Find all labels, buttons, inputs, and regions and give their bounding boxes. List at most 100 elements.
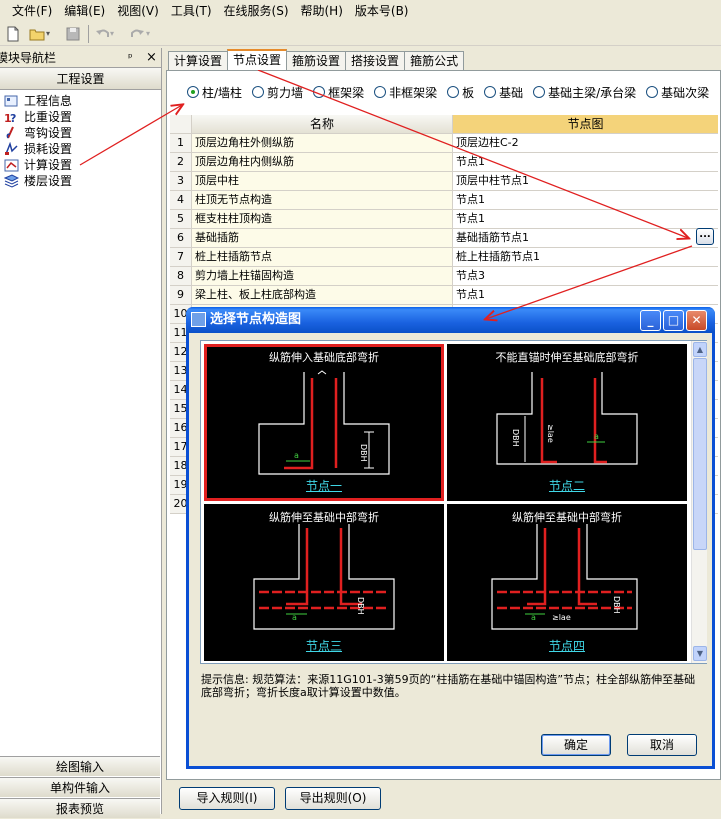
menu-edit[interactable]: 编辑(E) (58, 0, 111, 22)
row-node-cell[interactable]: 节点1 (453, 191, 718, 209)
menu-file[interactable]: 文件(F) (6, 0, 58, 22)
row-name-cell[interactable]: 顶层边角柱外侧纵筋 (192, 134, 453, 152)
node-thumb-3[interactable]: 纵筋伸至基础中部弯折 DBH a 节点三 (204, 504, 444, 661)
tab-node-settings[interactable]: 节点设置 (227, 49, 288, 70)
pin-icon[interactable]: ᵖ (128, 48, 133, 68)
radio-non-frame-beam[interactable]: 非框架梁 (374, 84, 437, 101)
menu-bar: 文件(F) 编辑(E) 视图(V) 工具(T) 在线服务(S) 帮助(H) 版本… (0, 0, 721, 22)
export-rules-button[interactable]: 导出规则(O) (285, 787, 381, 810)
new-file-icon[interactable] (4, 25, 22, 43)
row-node-cell[interactable]: 节点3 (453, 267, 718, 285)
table-row[interactable]: 7 桩上柱插筋节点 桩上柱插筋节点1 (170, 248, 718, 267)
row-name-cell[interactable]: 基础插筋 (192, 229, 453, 247)
node-thumb-caption[interactable]: 节点二 (447, 477, 687, 494)
row-name-cell[interactable]: 桩上柱插筋节点 (192, 248, 453, 266)
nav-item-floor-settings[interactable]: 楼层设置 (0, 173, 161, 189)
nav-button-drawing-input[interactable]: 绘图输入 (0, 756, 160, 776)
nav-item-weight-settings[interactable]: 1? 比重设置 (0, 109, 161, 125)
nav-button-single-component-input[interactable]: 单构件输入 (0, 777, 160, 797)
row-node-cell[interactable]: 顶层边柱C-2 (453, 134, 718, 152)
radio-frame-beam[interactable]: 框架梁 (313, 84, 364, 101)
nav-item-calc-settings[interactable]: 计算设置 (0, 157, 161, 173)
tab-lap-settings[interactable]: 搭接设置 (345, 51, 406, 70)
row-name-cell[interactable]: 柱顶无节点构造 (192, 191, 453, 209)
radio-button[interactable] (374, 86, 387, 98)
table-row[interactable]: 4 柱顶无节点构造 节点1 (170, 191, 718, 210)
table-row[interactable]: 6 基础插筋 基础插筋节点1 (170, 229, 718, 248)
nav-item-project-info[interactable]: 工程信息 (0, 93, 161, 109)
scroll-thumb[interactable] (693, 358, 707, 550)
radio-button[interactable] (313, 86, 326, 98)
save-icon[interactable] (64, 25, 82, 43)
minimize-icon[interactable]: _ (640, 310, 661, 331)
menu-view[interactable]: 视图(V) (111, 0, 165, 22)
redo-icon[interactable] (128, 25, 146, 43)
tab-stirrup-formula[interactable]: 箍筋公式 (404, 51, 465, 70)
tab-calc-settings[interactable]: 计算设置 (168, 51, 229, 70)
row-node-cell[interactable]: 基础插筋节点1 (453, 229, 718, 247)
radio-foundation-secondary-beam[interactable]: 基础次梁 (646, 84, 709, 101)
row-node-cell[interactable]: 桩上柱插筋节点1 (453, 248, 718, 266)
node-thumb-caption[interactable]: 节点一 (204, 477, 444, 494)
row-node-cell[interactable]: 顶层中柱节点1 (453, 172, 718, 190)
ok-button[interactable]: 确定 (541, 734, 611, 756)
import-rules-button[interactable]: 导入规则(I) (179, 787, 275, 810)
table-row[interactable]: 9 梁上柱、板上柱底部构造 节点1 (170, 286, 718, 305)
radio-button[interactable] (447, 86, 460, 98)
row-node-cell[interactable]: 节点1 (453, 286, 718, 304)
nav-item-loss-settings[interactable]: 损耗设置 (0, 141, 161, 157)
table-row[interactable]: 3 顶层中柱 顶层中柱节点1 (170, 172, 718, 191)
radio-button[interactable] (533, 86, 546, 98)
dialog-app-icon (191, 312, 206, 327)
radio-foundation[interactable]: 基础 (484, 84, 523, 101)
maximize-icon[interactable]: □ (663, 310, 684, 331)
scroll-down-icon[interactable]: ▼ (693, 646, 707, 661)
radio-column[interactable]: 柱/墙柱 (187, 84, 242, 101)
redo-dropdown-icon[interactable]: ▾ (146, 25, 164, 43)
node-thumb-1[interactable]: 纵筋伸入基础底部弯折 DBH a 节点一 (204, 344, 444, 501)
open-dropdown-icon[interactable]: ▾ (46, 25, 64, 43)
menu-tools[interactable]: 工具(T) (165, 0, 218, 22)
row-node-cell[interactable]: 节点1 (453, 153, 718, 171)
table-row[interactable]: 1 顶层边角柱外侧纵筋 顶层边柱C-2 (170, 134, 718, 153)
row-name-cell[interactable]: 剪力墙上柱锚固构造 (192, 267, 453, 285)
row-name-cell[interactable]: 顶层边角柱内侧纵筋 (192, 153, 453, 171)
nav-section-project-settings[interactable]: 工程设置 (0, 68, 161, 90)
node-thumb-4[interactable]: 纵筋伸至基础中部弯折 DBH ≥lae a 节点四 (447, 504, 687, 661)
row-number: 4 (170, 191, 192, 209)
radio-button[interactable] (252, 86, 265, 98)
open-folder-icon[interactable] (28, 25, 46, 43)
gallery-scrollbar[interactable]: ▲ ▼ (691, 341, 707, 663)
radio-button[interactable] (646, 86, 659, 98)
nav-item-hook-settings[interactable]: 弯钩设置 (0, 125, 161, 141)
row-name-cell[interactable]: 框支柱柱顶构造 (192, 210, 453, 228)
row-node-cell[interactable]: 节点1 (453, 210, 718, 228)
menu-online-service[interactable]: 在线服务(S) (218, 0, 295, 22)
node-thumb-2[interactable]: 不能直锚时伸至基础底部弯折 DBH ≥lae a 节点二 (447, 344, 687, 501)
toolbar: ▾ ▾ ▾ (0, 22, 721, 46)
undo-dropdown-icon[interactable]: ▾ (110, 25, 128, 43)
close-icon[interactable]: ✕ (686, 310, 707, 331)
table-row[interactable]: 8 剪力墙上柱锚固构造 节点3 (170, 267, 718, 286)
node-thumb-caption[interactable]: 节点三 (204, 637, 444, 654)
menu-version[interactable]: 版本号(B) (349, 0, 415, 22)
node-thumb-caption[interactable]: 节点四 (447, 637, 687, 654)
row-name-cell[interactable]: 梁上柱、板上柱底部构造 (192, 286, 453, 304)
menu-help[interactable]: 帮助(H) (295, 0, 349, 22)
radio-shear-wall[interactable]: 剪力墙 (252, 84, 303, 101)
scroll-up-icon[interactable]: ▲ (693, 342, 707, 357)
radio-foundation-main-beam[interactable]: 基础主梁/承台梁 (533, 84, 636, 101)
hook-icon (6, 126, 14, 139)
tab-stirrup-settings[interactable]: 箍筋设置 (286, 51, 347, 70)
row-name-cell[interactable]: 顶层中柱 (192, 172, 453, 190)
radio-button[interactable] (187, 86, 199, 98)
table-row[interactable]: 5 框支柱柱顶构造 节点1 (170, 210, 718, 229)
radio-slab[interactable]: 板 (447, 84, 474, 101)
table-row[interactable]: 2 顶层边角柱内侧纵筋 节点1 (170, 153, 718, 172)
cancel-button[interactable]: 取消 (627, 734, 697, 756)
svg-text:?: ? (10, 112, 16, 124)
nav-button-report-preview[interactable]: 报表预览 (0, 798, 160, 818)
close-icon[interactable]: × (146, 48, 157, 68)
node-picker-button[interactable]: ... (696, 228, 714, 245)
radio-button[interactable] (484, 86, 497, 98)
